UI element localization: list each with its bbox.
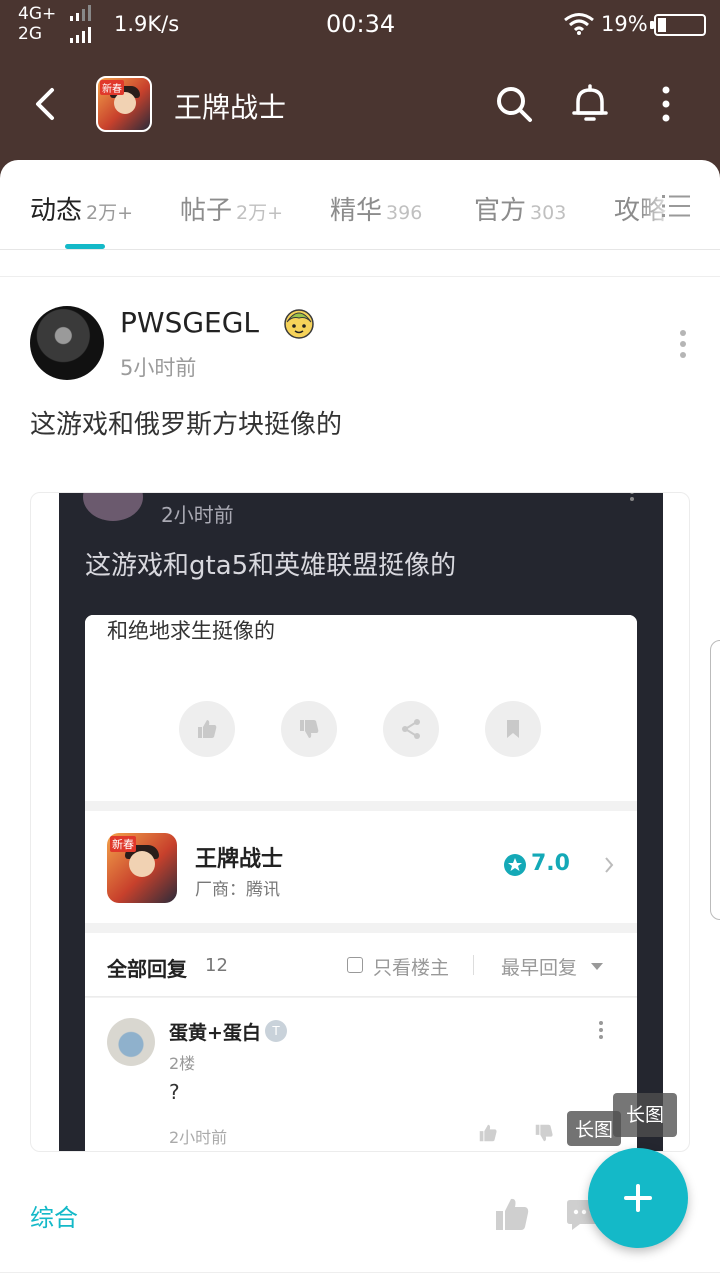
- embedded-game-tag: 新春: [110, 836, 136, 852]
- reply-badge: T: [265, 1020, 287, 1042]
- embedded-text: 这游戏和gta5和英雄联盟挺像的: [85, 551, 457, 581]
- search-icon[interactable]: [492, 82, 536, 126]
- avatar[interactable]: [30, 306, 104, 380]
- thumb-up-icon[interactable]: [492, 1194, 532, 1234]
- embedded-vendor: 厂商：腾讯: [195, 880, 280, 900]
- post-image[interactable]: 2小时前 这游戏和gta5和英雄联盟挺像的 和绝地求生挺像的 新春 王牌战士 厂…: [30, 492, 690, 1152]
- tab-count: 2万+: [236, 202, 284, 224]
- game-icon-tag: 新春: [100, 80, 124, 95]
- embedded-app-row: 新春 王牌战士 厂商：腾讯 7.0: [85, 811, 637, 923]
- tab-jinghua[interactable]: 精华 396: [330, 190, 422, 227]
- clock: 00:34: [326, 10, 396, 38]
- side-drawer-handle[interactable]: [710, 640, 720, 920]
- list-menu-icon[interactable]: [660, 192, 692, 220]
- separator: [473, 955, 474, 975]
- embedded-game-icon: 新春: [107, 833, 177, 903]
- battery-percent: 19%: [601, 12, 648, 36]
- embedded-reply: 蛋黄+蛋白 T 2楼 ? 2小时前: [85, 998, 637, 1151]
- network-2g: 2G: [18, 24, 42, 44]
- embedded-card-text: 和绝地求生挺像的: [107, 619, 275, 643]
- reply-more-icon: [599, 1021, 603, 1039]
- status-bar: 4G+ 2G 1.9K/s 00:34 19%: [0, 0, 720, 50]
- post-text[interactable]: 这游戏和俄罗斯方块挺像的: [30, 404, 342, 441]
- bookmark-icon: [507, 720, 519, 738]
- sort-label: 最早回复: [501, 957, 578, 979]
- reply-name: 蛋黄+蛋白: [169, 1022, 261, 1044]
- tab-tiezi[interactable]: 帖子 2万+: [180, 190, 283, 227]
- caret-down-icon: [591, 963, 603, 970]
- reply-like-icon: [479, 1124, 497, 1142]
- back-icon[interactable]: [28, 84, 68, 124]
- more-vertical-icon[interactable]: [644, 82, 688, 126]
- replies-title: 全部回复: [107, 957, 187, 981]
- post-more-icon[interactable]: [668, 328, 698, 360]
- embedded-dislike-button: [281, 701, 337, 757]
- embedded-rating: 7.0: [531, 851, 570, 876]
- network-speed: 1.9K/s: [114, 12, 180, 36]
- reply-time: 2小时前: [169, 1128, 228, 1147]
- thumb-down-icon: [300, 720, 319, 738]
- embedded-screenshot: 2小时前 这游戏和gta5和英雄联盟挺像的 和绝地求生挺像的 新春 王牌战士 厂…: [59, 493, 663, 1151]
- embedded-like-button: [179, 701, 235, 757]
- post-category[interactable]: 综合: [30, 1198, 78, 1233]
- embedded-card: 和绝地求生挺像的 新春 王牌战士 厂商：腾讯 7.0 全部回复 12 只看楼主 …: [85, 615, 637, 1151]
- post-time: 5小时前: [120, 356, 197, 380]
- divider: [0, 276, 720, 277]
- network-indicator: 4G+ 2G: [18, 4, 56, 44]
- thumb-up-icon: [198, 720, 217, 738]
- tab-label: 帖子: [180, 196, 233, 226]
- embedded-more-icon: [630, 493, 634, 501]
- tab-label: 官方: [474, 196, 527, 226]
- embedded-avatar: [83, 493, 143, 521]
- network-4g: 4G+: [18, 4, 57, 24]
- wifi-icon: [564, 13, 594, 35]
- long-image-badge: 长图: [613, 1093, 677, 1137]
- tab-label: 动态: [30, 196, 83, 226]
- reply-text: ?: [169, 1080, 180, 1104]
- game-icon[interactable]: 新春: [96, 76, 152, 132]
- tab-guanfang[interactable]: 官方 303: [474, 190, 566, 227]
- embedded-time: 2小时前: [161, 503, 234, 527]
- embedded-bookmark-button: [485, 701, 541, 757]
- embedded-post-body: 和绝地求生挺像的: [85, 615, 637, 801]
- star-icon: [504, 854, 526, 876]
- tab-dongtai[interactable]: 动态 2万+: [30, 190, 133, 227]
- only-author-label: 只看楼主: [373, 957, 450, 979]
- tab-count: 2万+: [86, 202, 134, 224]
- tab-indicator: [65, 244, 105, 249]
- checkbox-icon: [347, 957, 363, 973]
- battery-icon: [650, 14, 706, 36]
- divider: [0, 1272, 720, 1273]
- signal-icon: [70, 5, 91, 43]
- reply-dislike-icon: [535, 1124, 553, 1142]
- tab-bar: 动态2万+ 帖子2万+ 精华396 官方303 攻略: [0, 160, 720, 250]
- user-badge-icon: [284, 309, 314, 339]
- reply-floor: 2楼: [169, 1054, 196, 1073]
- chevron-right-icon: [605, 857, 614, 873]
- post-author[interactable]: PWSGEGL: [120, 306, 259, 339]
- tab-label: 精华: [330, 196, 383, 226]
- embedded-app-name: 王牌战士: [195, 847, 284, 872]
- reply-avatar: [107, 1018, 155, 1066]
- page-title: 王牌战士: [174, 91, 287, 124]
- bell-icon[interactable]: [568, 82, 612, 126]
- embedded-share-button: [383, 701, 439, 757]
- share-icon: [402, 719, 420, 739]
- replies-count: 12: [205, 955, 228, 976]
- tab-count: 396: [386, 202, 423, 224]
- tab-count: 303: [530, 202, 567, 224]
- embedded-replies-header: 全部回复 12 只看楼主 最早回复: [85, 933, 637, 997]
- add-post-button[interactable]: [588, 1148, 688, 1248]
